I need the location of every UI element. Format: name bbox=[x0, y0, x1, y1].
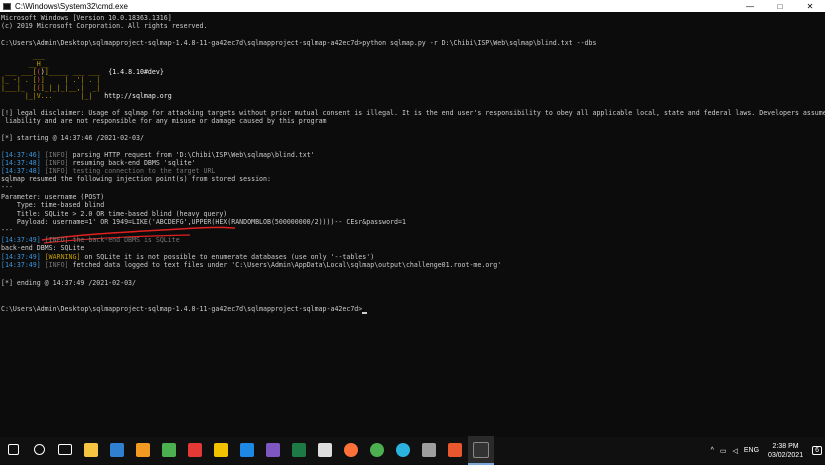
file-explorer-icon[interactable] bbox=[78, 436, 104, 463]
console-line: sqlmap resumed the following injection p… bbox=[1, 175, 271, 183]
task-view-icon[interactable] bbox=[52, 436, 78, 463]
console-line: --- bbox=[1, 183, 13, 191]
console-line: [*] starting @ 14:37:46 /2021-02-03/ bbox=[1, 134, 144, 142]
app-yellow-icon[interactable] bbox=[208, 436, 234, 463]
text-cursor bbox=[362, 312, 368, 314]
console-line: C:\Users\Admin\Desktop\sqlmapproject-sql… bbox=[1, 39, 597, 47]
clock-time: 2:38 PM bbox=[772, 442, 799, 450]
edge-icon[interactable] bbox=[390, 436, 416, 463]
log-line: [14:37:49] [INFO] fetched data logged to… bbox=[1, 261, 502, 269]
sublime-icon[interactable] bbox=[130, 436, 156, 463]
sqlmap-logo-line: |_|V... |_| http://sqlmap.org bbox=[1, 92, 172, 100]
network-icon[interactable]: ▭ bbox=[720, 447, 727, 455]
excel-icon[interactable] bbox=[286, 436, 312, 463]
window-titlebar: C:\Windows\System32\cmd.exe — □ ✕ bbox=[0, 0, 825, 12]
app-file-icon[interactable] bbox=[312, 436, 338, 463]
app-flag-icon[interactable] bbox=[182, 436, 208, 463]
command-prompt[interactable]: C:\Users\Admin\Desktop\sqlmapproject-sql… bbox=[1, 305, 368, 314]
search-icon[interactable] bbox=[26, 436, 52, 463]
app-green-icon[interactable] bbox=[156, 436, 182, 463]
tray-overflow-icon[interactable]: ^ bbox=[711, 447, 714, 454]
language-indicator[interactable]: ENG bbox=[744, 447, 759, 454]
app-grey-icon[interactable] bbox=[416, 436, 442, 463]
clock-date: 03/02/2021 bbox=[768, 451, 804, 459]
burp-icon[interactable] bbox=[442, 436, 468, 463]
console-output[interactable]: Microsoft Windows [Version 10.0.18363.13… bbox=[0, 13, 825, 437]
console-line: back-end DBMS: SQLite bbox=[1, 244, 85, 252]
console-line: --- bbox=[1, 226, 13, 234]
firefox-icon[interactable] bbox=[338, 436, 364, 463]
console-line: [*] ending @ 14:37:49 /2021-02-03/ bbox=[1, 279, 136, 287]
console-line: Type: time-based blind bbox=[1, 201, 105, 209]
winrar-icon[interactable] bbox=[260, 436, 286, 463]
app-blue-icon[interactable] bbox=[234, 436, 260, 463]
console-line: (c) 2019 Microsoft Corporation. All righ… bbox=[1, 22, 208, 30]
vscode-icon[interactable] bbox=[104, 436, 130, 463]
clock[interactable]: 2:38 PM 03/02/2021 bbox=[768, 442, 803, 460]
system-tray: ^ ▭ ◁ ENG 2:38 PM 03/02/2021 6 bbox=[708, 437, 825, 464]
chrome-icon[interactable] bbox=[364, 436, 390, 463]
taskbar-apps bbox=[0, 436, 494, 465]
maximize-button[interactable]: □ bbox=[765, 0, 795, 12]
taskbar: ^ ▭ ◁ ENG 2:38 PM 03/02/2021 6 bbox=[0, 436, 825, 465]
notification-icon[interactable]: 6 bbox=[812, 446, 822, 455]
cmd-icon[interactable] bbox=[468, 436, 494, 465]
minimize-button[interactable]: — bbox=[735, 0, 765, 12]
volume-icon[interactable]: ◁ bbox=[732, 447, 737, 455]
window-title: C:\Windows\System32\cmd.exe bbox=[15, 1, 128, 11]
legal-disclaimer: liability and are not responsible for an… bbox=[1, 117, 327, 125]
cmd-icon bbox=[3, 2, 11, 10]
close-button[interactable]: ✕ bbox=[795, 0, 825, 12]
start-icon[interactable] bbox=[0, 436, 26, 463]
